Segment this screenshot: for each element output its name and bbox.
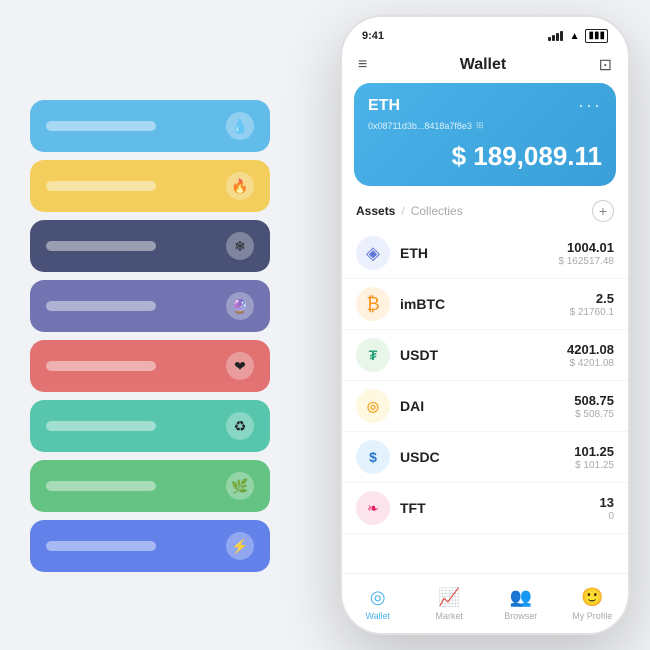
status-bar: 9:41 ▲ ▮▮▮: [342, 17, 628, 49]
card-stack: 💧 🔥 ❄ 🔮 ❤ ♻ 🌿 ⚡: [30, 100, 270, 572]
card-item[interactable]: 💧: [30, 100, 270, 152]
asset-row-usdt[interactable]: ₮ USDT 4201.08 $ 4201.08: [342, 330, 628, 381]
dai-fiat: $ 508.75: [574, 409, 614, 420]
card-label-bar: [46, 421, 156, 431]
browser-nav-label: Browser: [504, 611, 537, 621]
eth-name: ETH: [400, 245, 558, 261]
imbtc-name: imBTC: [400, 296, 570, 312]
tft-icon: ❧: [356, 491, 390, 525]
asset-row-tft[interactable]: ❧ TFT 13 0: [342, 483, 628, 534]
phone-container: 9:41 ▲ ▮▮▮ ≡ Wallet ⊡ ETH ··· 0x08711d3b…: [340, 15, 630, 635]
usdc-values: 101.25 $ 101.25: [574, 444, 614, 471]
wallet-coin-name: ETH: [368, 97, 400, 115]
tab-assets[interactable]: Assets: [356, 204, 395, 218]
card-item[interactable]: ❤: [30, 340, 270, 392]
add-asset-button[interactable]: +: [592, 200, 614, 222]
card-item[interactable]: 🔥: [30, 160, 270, 212]
usdt-name: USDT: [400, 347, 567, 363]
tab-divider: /: [401, 204, 404, 218]
imbtc-fiat: $ 21760.1: [570, 307, 615, 318]
tab-collecties[interactable]: Collecties: [411, 204, 463, 218]
usdt-icon: ₮: [356, 338, 390, 372]
status-time: 9:41: [362, 30, 384, 42]
wallet-card[interactable]: ETH ··· 0x08711d3b...8418a7f8e3 ⊞ $ 189,…: [354, 83, 616, 186]
card-icon: ♻: [226, 412, 254, 440]
usdc-fiat: $ 101.25: [574, 460, 614, 471]
nav-profile[interactable]: 🙂 My Profile: [557, 587, 629, 621]
card-label-bar: [46, 181, 156, 191]
card-icon: 💧: [226, 112, 254, 140]
asset-row-dai[interactable]: ◎ DAI 508.75 $ 508.75: [342, 381, 628, 432]
signal-icon: [548, 31, 563, 41]
imbtc-icon: ₿: [356, 287, 390, 321]
dai-icon: ◎: [356, 389, 390, 423]
card-label-bar: [46, 241, 156, 251]
market-nav-label: Market: [435, 611, 463, 621]
wifi-icon: ▲: [570, 31, 580, 42]
imbtc-amount: 2.5: [570, 291, 615, 306]
eth-icon: ◈: [356, 236, 390, 270]
tft-fiat: 0: [600, 511, 614, 522]
card-icon: ❤: [226, 352, 254, 380]
status-icons: ▲ ▮▮▮: [548, 29, 608, 43]
eth-fiat: $ 162517.48: [558, 256, 614, 267]
asset-row-eth[interactable]: ◈ ETH 1004.01 $ 162517.48: [342, 228, 628, 279]
profile-nav-icon: 🙂: [581, 587, 603, 608]
card-item[interactable]: ♻: [30, 400, 270, 452]
imbtc-values: 2.5 $ 21760.1: [570, 291, 615, 318]
card-icon: 🔥: [226, 172, 254, 200]
wallet-address: 0x08711d3b...8418a7f8e3 ⊞: [368, 120, 602, 131]
assets-tabs: Assets / Collecties: [356, 204, 463, 218]
card-label-bar: [46, 361, 156, 371]
usdc-name: USDC: [400, 449, 574, 465]
scan-icon[interactable]: ⊡: [599, 55, 612, 75]
wallet-options-button[interactable]: ···: [578, 95, 602, 116]
tft-values: 13 0: [600, 495, 614, 522]
wallet-nav-icon: ◎: [370, 587, 386, 608]
wallet-nav-label: Wallet: [365, 611, 390, 621]
nav-browser[interactable]: 👥 Browser: [485, 587, 557, 621]
usdt-fiat: $ 4201.08: [567, 358, 614, 369]
card-item[interactable]: ⚡: [30, 520, 270, 572]
eth-values: 1004.01 $ 162517.48: [558, 240, 614, 267]
card-label-bar: [46, 541, 156, 551]
card-item[interactable]: ❄: [30, 220, 270, 272]
card-icon: 🔮: [226, 292, 254, 320]
card-label-bar: [46, 121, 156, 131]
dai-amount: 508.75: [574, 393, 614, 408]
battery-icon: ▮▮▮: [585, 29, 608, 43]
card-icon: 🌿: [226, 472, 254, 500]
usdc-amount: 101.25: [574, 444, 614, 459]
assets-header: Assets / Collecties +: [342, 196, 628, 228]
card-item[interactable]: 🌿: [30, 460, 270, 512]
asset-list: ◈ ETH 1004.01 $ 162517.48 ₿ imBTC 2.5 $ …: [342, 228, 628, 534]
usdt-amount: 4201.08: [567, 342, 614, 357]
tft-amount: 13: [600, 495, 614, 510]
nav-wallet[interactable]: ◎ Wallet: [342, 587, 414, 621]
page-title: Wallet: [460, 56, 507, 74]
card-icon: ❄: [226, 232, 254, 260]
dai-values: 508.75 $ 508.75: [574, 393, 614, 420]
card-icon: ⚡: [226, 532, 254, 560]
card-label-bar: [46, 301, 156, 311]
bottom-nav: ◎ Wallet 📈 Market 👥 Browser 🙂 My Profile: [342, 573, 628, 633]
tft-name: TFT: [400, 500, 600, 516]
usdt-values: 4201.08 $ 4201.08: [567, 342, 614, 369]
wallet-balance: $ 189,089.11: [368, 141, 602, 172]
card-label-bar: [46, 481, 156, 491]
asset-row-usdc[interactable]: $ USDC 101.25 $ 101.25: [342, 432, 628, 483]
market-nav-icon: 📈: [438, 587, 460, 608]
menu-icon[interactable]: ≡: [358, 56, 367, 74]
usdc-icon: $: [356, 440, 390, 474]
app-header: ≡ Wallet ⊡: [342, 49, 628, 83]
wallet-card-top: ETH ···: [368, 95, 602, 116]
browser-nav-icon: 👥: [510, 587, 532, 608]
dai-name: DAI: [400, 398, 574, 414]
eth-amount: 1004.01: [558, 240, 614, 255]
card-item[interactable]: 🔮: [30, 280, 270, 332]
profile-nav-label: My Profile: [572, 611, 612, 621]
asset-row-imbtc[interactable]: ₿ imBTC 2.5 $ 21760.1: [342, 279, 628, 330]
nav-market[interactable]: 📈 Market: [414, 587, 486, 621]
